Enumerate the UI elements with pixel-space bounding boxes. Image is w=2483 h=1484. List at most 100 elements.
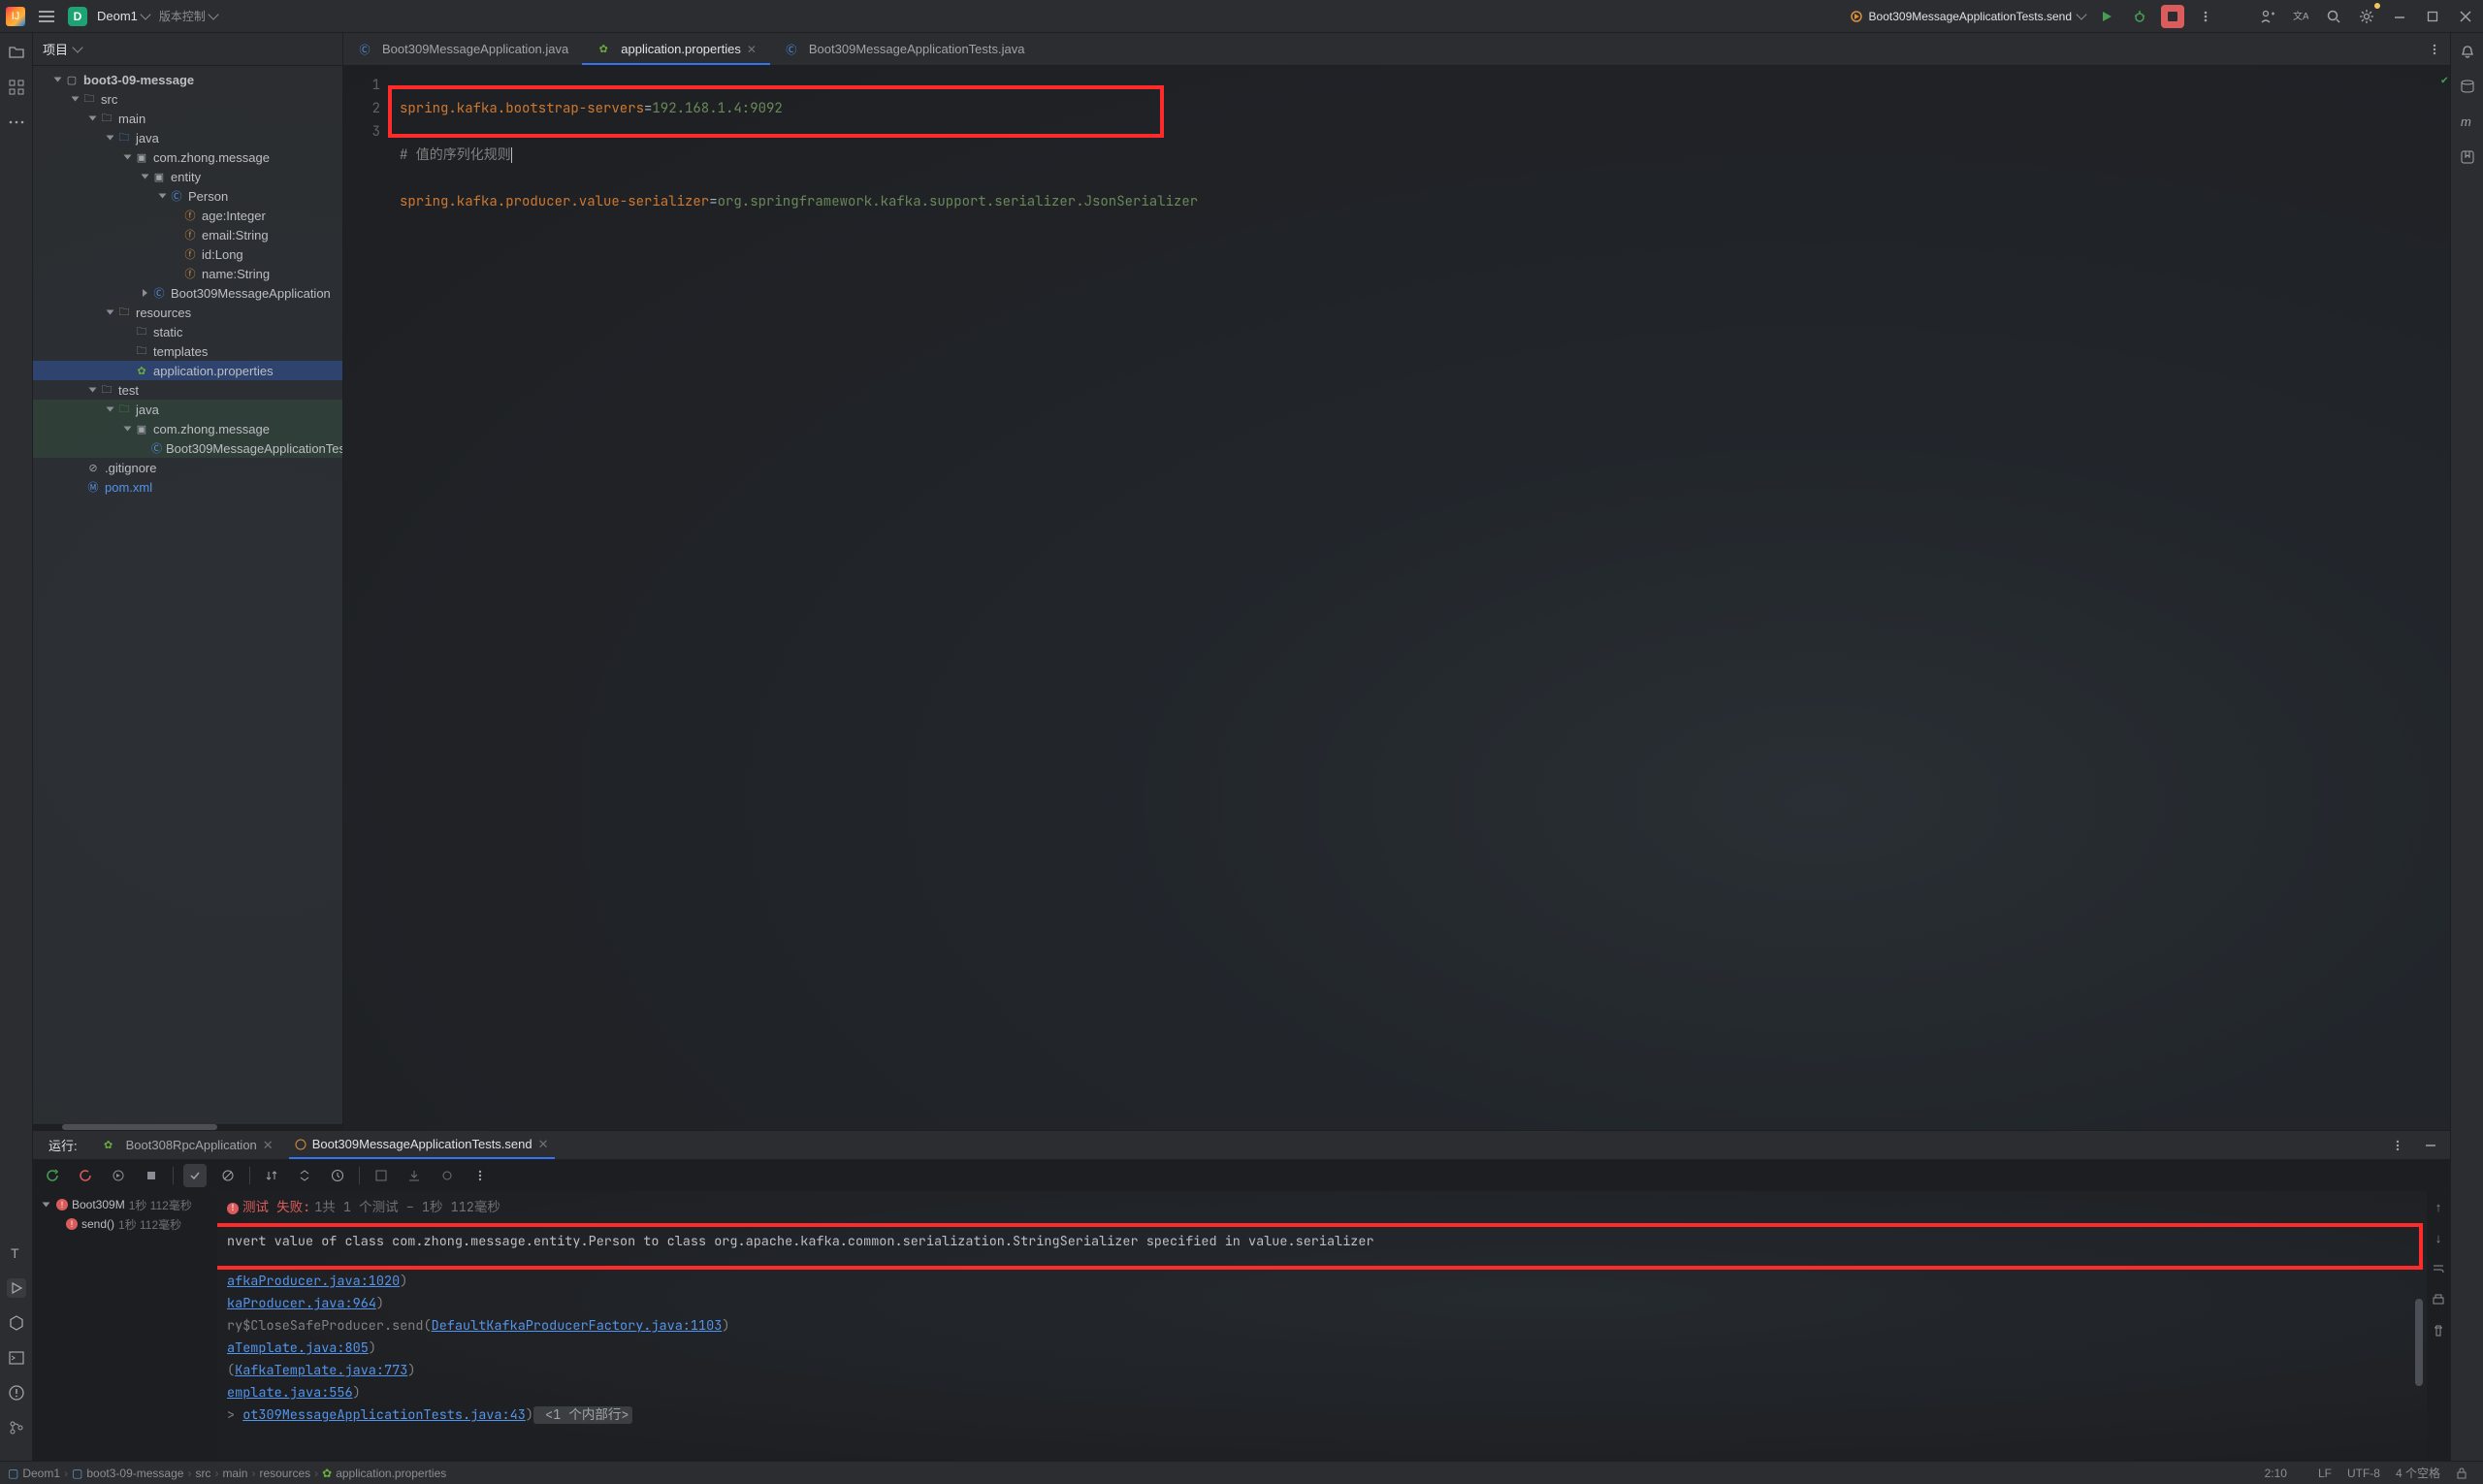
caret-position[interactable]: 2:10: [2257, 1467, 2295, 1480]
tree-row[interactable]: ⓕemail:String: [33, 225, 342, 244]
tree-row[interactable]: ▣com.zhong.message: [33, 147, 342, 167]
readonly-toggle[interactable]: [2448, 1468, 2475, 1479]
project-panel-header[interactable]: 项目: [33, 33, 342, 66]
minimize-panel-button[interactable]: [2419, 1134, 2442, 1157]
notifications-button[interactable]: [2458, 43, 2477, 62]
close-button[interactable]: [2454, 5, 2477, 28]
project-tool-button[interactable]: [7, 43, 26, 62]
crumb[interactable]: application.properties: [336, 1467, 446, 1480]
show-ignored-button[interactable]: [216, 1164, 240, 1187]
clear-all-button[interactable]: [2429, 1321, 2448, 1340]
test-settings-button[interactable]: [435, 1164, 459, 1187]
search-everywhere-button[interactable]: [2322, 5, 2345, 28]
tree-row[interactable]: ▣entity: [33, 167, 342, 186]
tree-row[interactable]: ▣com.zhong.message: [33, 419, 342, 438]
editor-tab[interactable]: ✿ application.properties ✕: [582, 33, 770, 65]
tree-row[interactable]: ⊘.gitignore: [33, 458, 342, 477]
maximize-button[interactable]: [2421, 5, 2444, 28]
test-tree-row[interactable]: ! send() 1秒 112毫秒: [39, 1214, 210, 1234]
run-tab[interactable]: ✿ Boot308RpcApplication ✕: [95, 1138, 279, 1153]
test-tree-row[interactable]: ! Boot309M 1秒 112毫秒: [39, 1195, 210, 1214]
project-tree[interactable]: ▢boot3-09-message 🗀src 🗀main 🗀java ▣com.…: [33, 66, 342, 1124]
vertical-scrollbar[interactable]: [2415, 1299, 2423, 1386]
stack-link[interactable]: afkaProducer.java:1020: [227, 1273, 400, 1290]
expand-all-button[interactable]: [293, 1164, 316, 1187]
editor-tab[interactable]: Ⓒ Boot309MessageApplicationTests.java: [770, 33, 1039, 65]
editor-more-button[interactable]: [2423, 38, 2446, 61]
services-tool-button[interactable]: [7, 1313, 26, 1333]
terminal-tool-button[interactable]: [7, 1348, 26, 1368]
indent-info[interactable]: 4 个空格: [2388, 1465, 2448, 1481]
tree-row[interactable]: 🗀main: [33, 109, 342, 128]
crumb[interactable]: src: [195, 1467, 210, 1480]
tree-row[interactable]: ✿application.properties: [33, 361, 342, 380]
tree-row[interactable]: ▢boot3-09-message: [33, 70, 342, 89]
history-button[interactable]: [326, 1164, 349, 1187]
import-tests-button[interactable]: [370, 1164, 393, 1187]
main-menu-button[interactable]: [35, 5, 58, 28]
run-config-selector[interactable]: Boot309MessageApplicationTests.send: [1850, 10, 2085, 23]
more-tool-button[interactable]: [7, 113, 26, 132]
minimize-button[interactable]: [2388, 5, 2411, 28]
run-tool-button[interactable]: [7, 1278, 26, 1298]
vcs-dropdown[interactable]: 版本控制: [159, 8, 217, 24]
tree-row[interactable]: ⓕname:String: [33, 264, 342, 283]
run-panel-more-button[interactable]: [2386, 1134, 2409, 1157]
stop-test-button[interactable]: [140, 1164, 163, 1187]
crumb[interactable]: main: [222, 1467, 247, 1480]
crumb[interactable]: boot3-09-message: [86, 1467, 183, 1480]
tree-row[interactable]: 🗀templates: [33, 341, 342, 361]
stop-button[interactable]: [2161, 5, 2184, 28]
soft-wrap-button[interactable]: [2429, 1259, 2448, 1278]
stack-link[interactable]: aTemplate.java:805: [227, 1339, 369, 1357]
git-tool-button[interactable]: [7, 1418, 26, 1437]
database-tool-button[interactable]: [2458, 78, 2477, 97]
rerun-failed-button[interactable]: [74, 1164, 97, 1187]
stack-link[interactable]: KafkaTemplate.java:773: [235, 1362, 407, 1379]
tree-row[interactable]: ⒸBoot309MessageApplication: [33, 283, 342, 303]
tree-row[interactable]: ⓕid:Long: [33, 244, 342, 264]
project-selector[interactable]: Deom1: [97, 9, 149, 23]
rerun-button[interactable]: [41, 1164, 64, 1187]
file-encoding[interactable]: UTF-8: [2339, 1467, 2388, 1480]
maven-tool-button[interactable]: m: [2458, 113, 2477, 132]
close-tab-button[interactable]: ✕: [747, 43, 757, 56]
toolbar-more-button[interactable]: [468, 1164, 492, 1187]
show-passed-button[interactable]: [183, 1164, 207, 1187]
scroll-down-button[interactable]: ↓: [2429, 1228, 2448, 1247]
tree-row[interactable]: ⒸBoot309MessageApplicationTes: [33, 438, 342, 458]
close-run-tab-button[interactable]: ✕: [263, 1138, 274, 1153]
toggle-auto-test-button[interactable]: [107, 1164, 130, 1187]
stack-link[interactable]: DefaultKafkaProducerFactory.java:1103: [432, 1317, 723, 1335]
print-button[interactable]: [2429, 1290, 2448, 1309]
bookmarks-tool-button[interactable]: [2458, 147, 2477, 167]
tree-row[interactable]: 🗀resources: [33, 303, 342, 322]
run-tab[interactable]: Boot309MessageApplicationTests.send ✕: [289, 1131, 555, 1159]
stack-link[interactable]: emplate.java:556: [227, 1384, 353, 1402]
settings-button[interactable]: [2355, 5, 2378, 28]
tree-row[interactable]: 🗀java: [33, 128, 342, 147]
test-tree[interactable]: ! Boot309M 1秒 112毫秒 ! send() 1秒 112毫秒: [33, 1191, 217, 1461]
tree-row[interactable]: ⓕage:Integer: [33, 206, 342, 225]
tree-row[interactable]: Ⓜpom.xml: [33, 477, 342, 497]
console-output[interactable]: ! 测试 失败: 1共 1 个测试 – 1秒 112毫秒 nvert value…: [217, 1191, 2427, 1461]
stack-link[interactable]: ot309MessageApplicationTests.java:43: [242, 1406, 526, 1424]
structure-tool-button[interactable]: [7, 78, 26, 97]
more-actions-button[interactable]: [2194, 5, 2217, 28]
tree-row[interactable]: 🗀java: [33, 400, 342, 419]
tree-row[interactable]: ⒸPerson: [33, 186, 342, 206]
line-separator[interactable]: LF: [2310, 1467, 2339, 1480]
code-with-me-button[interactable]: [2256, 5, 2279, 28]
editor-body[interactable]: 1 2 3 spring.kafka.bootstrap-servers=192…: [343, 66, 2450, 1130]
sort-button[interactable]: [260, 1164, 283, 1187]
debug-button[interactable]: [2128, 5, 2151, 28]
export-tests-button[interactable]: [403, 1164, 426, 1187]
translate-button[interactable]: 文A: [2289, 5, 2312, 28]
horizontal-scrollbar[interactable]: [33, 1124, 342, 1130]
tree-row[interactable]: 🗀static: [33, 322, 342, 341]
problems-tool-button[interactable]: [7, 1383, 26, 1403]
tree-row[interactable]: 🗀src: [33, 89, 342, 109]
crumb[interactable]: Deom1: [22, 1467, 60, 1480]
scroll-up-button[interactable]: ↑: [2429, 1197, 2448, 1216]
editor-tab[interactable]: Ⓒ Boot309MessageApplication.java: [343, 33, 582, 65]
